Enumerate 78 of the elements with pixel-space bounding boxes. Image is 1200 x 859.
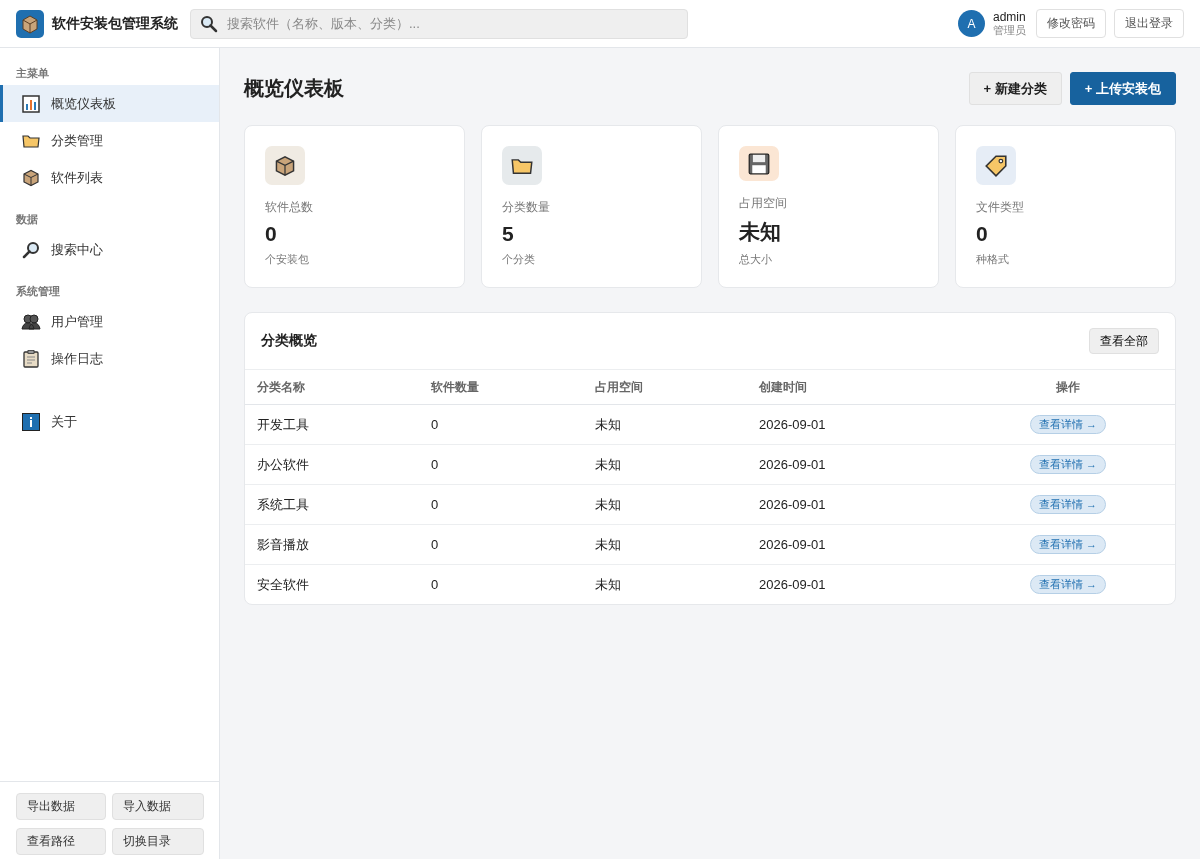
nav-item[interactable]: 分类管理 <box>0 122 219 159</box>
user-avatar: A <box>958 10 985 37</box>
table-cell: 0 <box>419 444 583 485</box>
view-all-button[interactable]: 查看全部 <box>1089 328 1159 354</box>
table-cell: 办公软件 <box>245 444 419 485</box>
package-icon <box>265 146 305 185</box>
stat-value: 0 <box>265 222 277 246</box>
column-header: 占用空间 <box>583 369 747 405</box>
nav-item[interactable]: 操作日志 <box>0 340 219 377</box>
action-button[interactable]: + 上传安装包 <box>1069 72 1176 105</box>
header-button[interactable]: 退出登录 <box>1114 9 1184 38</box>
table-cell: 未知 <box>583 524 747 565</box>
table-cell: 0 <box>419 524 583 565</box>
column-header: 分类名称 <box>245 369 419 405</box>
nav-item[interactable]: 搜索中心 <box>0 231 219 268</box>
search-icon <box>21 240 41 259</box>
app-title: 软件安装包管理系统 <box>52 14 178 33</box>
user-role: 管理员 <box>993 24 1026 37</box>
table-cell: 系统工具 <box>245 484 419 525</box>
folder-icon <box>502 146 542 185</box>
users-icon <box>21 312 41 331</box>
bar-chart-icon <box>21 94 41 113</box>
stat-label: 占用空间 <box>739 195 787 212</box>
view-details-button[interactable]: 查看详情 → <box>1029 495 1107 514</box>
stat-unit: 种格式 <box>976 252 1009 267</box>
table-cell: 0 <box>419 484 583 525</box>
table-cell: 未知 <box>583 564 747 604</box>
table-cell: 2026-09-01 <box>747 404 961 445</box>
stat-unit: 总大小 <box>739 252 772 267</box>
nav-item[interactable]: 关于 <box>0 403 219 440</box>
search-field[interactable]: 搜索软件（名称、版本、分类）... <box>190 8 688 39</box>
column-header: 创建时间 <box>747 369 961 405</box>
action-button[interactable]: + 新建分类 <box>968 72 1062 105</box>
table-cell: 开发工具 <box>245 404 419 445</box>
table-cell: 2026-09-01 <box>747 444 961 485</box>
sidebar-button[interactable]: 导出数据 <box>16 793 106 820</box>
tag-icon <box>976 146 1016 185</box>
stat-unit: 个分类 <box>502 252 535 267</box>
nav-item[interactable]: 概览仪表板 <box>0 85 219 122</box>
sidebar-button[interactable]: 切换目录 <box>112 828 204 855</box>
sidebar-button[interactable]: 导入数据 <box>112 793 204 820</box>
sidebar-button[interactable]: 查看路径 <box>16 828 106 855</box>
table-cell: 影音播放 <box>245 524 419 565</box>
table-cell: 未知 <box>583 444 747 485</box>
info-icon <box>21 412 41 431</box>
section-heading: 数据 <box>15 212 39 227</box>
package-icon <box>21 168 41 187</box>
stat-label: 软件总数 <box>265 199 313 216</box>
clipboard-icon <box>21 349 41 368</box>
stat-unit: 个安装包 <box>265 252 309 267</box>
table-cell: 2026-09-01 <box>747 524 961 565</box>
table-title: 分类概览 <box>261 332 317 350</box>
stat-value: 5 <box>502 222 514 246</box>
view-details-button[interactable]: 查看详情 → <box>1029 575 1107 594</box>
user-name: admin <box>993 10 1026 25</box>
table-cell: 安全软件 <box>245 564 419 604</box>
view-details-button[interactable]: 查看详情 → <box>1029 455 1107 474</box>
column-header: 软件数量 <box>419 369 583 405</box>
nav-item[interactable]: 软件列表 <box>0 159 219 196</box>
package-logo-icon <box>16 9 44 38</box>
table-cell: 0 <box>419 564 583 604</box>
table-cell: 未知 <box>583 484 747 525</box>
view-details-button[interactable]: 查看详情 → <box>1029 415 1107 434</box>
header-button[interactable]: 修改密码 <box>1036 9 1106 38</box>
stat-value: 0 <box>976 222 988 246</box>
view-details-button[interactable]: 查看详情 → <box>1029 535 1107 554</box>
stat-label: 分类数量 <box>502 199 550 216</box>
table-cell: 2026-09-01 <box>747 484 961 525</box>
table-cell: 2026-09-01 <box>747 564 961 604</box>
table-cell: 0 <box>419 404 583 445</box>
section-heading: 系统管理 <box>15 284 61 299</box>
column-header: 操作 <box>961 369 1175 405</box>
page-title: 概览仪表板 <box>244 76 344 101</box>
nav-item[interactable]: 用户管理 <box>0 303 219 340</box>
stat-value: 未知 <box>739 219 781 245</box>
stat-label: 文件类型 <box>976 199 1024 216</box>
section-heading: 主菜单 <box>15 66 50 81</box>
table-cell: 未知 <box>583 404 747 445</box>
